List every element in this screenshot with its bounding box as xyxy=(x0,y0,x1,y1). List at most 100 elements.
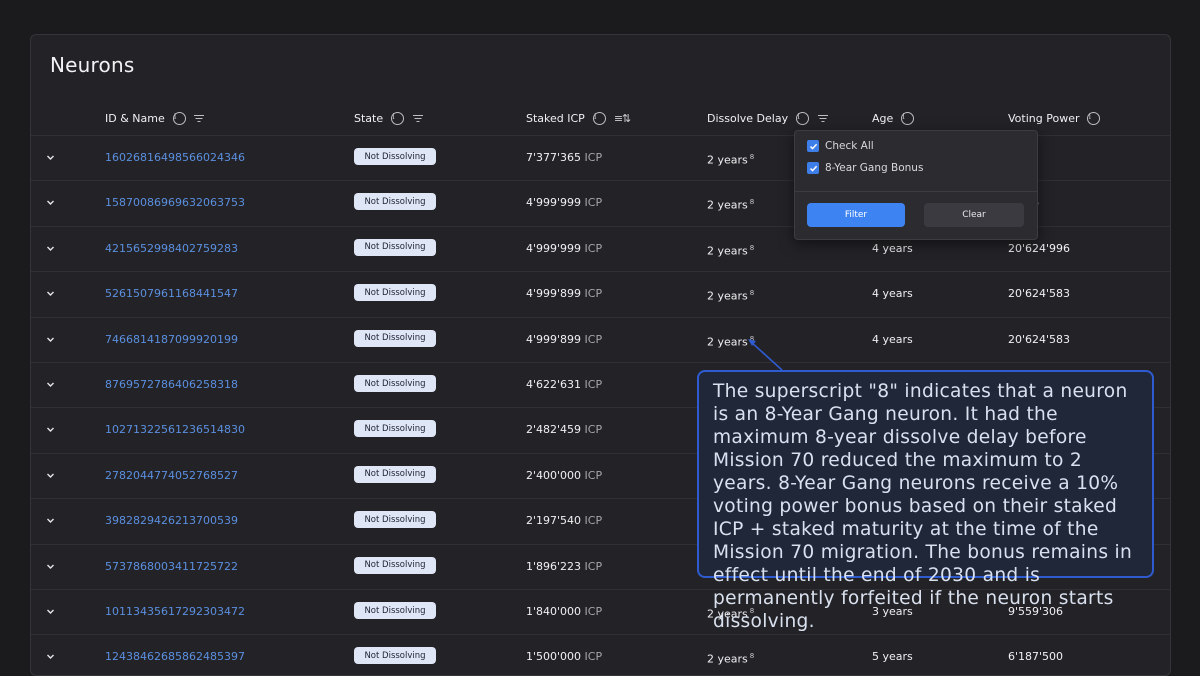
info-icon[interactable]: i xyxy=(172,111,186,125)
column-header-staked[interactable]: Staked ICP i ≡⇅ xyxy=(526,108,631,128)
staked-icp-value: 4'999'999 xyxy=(526,196,582,210)
status-badge: Not Dissolving xyxy=(354,465,436,483)
staked-icp: 1'500'000 ICP xyxy=(526,650,602,663)
status-badge: Not Dissolving xyxy=(354,647,436,665)
icp-unit: ICP xyxy=(584,605,603,618)
neuron-age: 4 years xyxy=(872,287,913,301)
voting-power: 20'624'996 xyxy=(1008,241,1071,255)
chevron-down-icon[interactable] xyxy=(46,244,55,253)
icp-unit: ICP xyxy=(584,378,603,391)
eight-year-gang-marker: 8 xyxy=(749,652,755,661)
staked-icp-value: 4'999'899 xyxy=(526,332,582,346)
eight-year-gang-marker: 8 xyxy=(749,153,755,161)
chevron-down-icon[interactable] xyxy=(46,198,55,207)
neuron-age: 5 years xyxy=(872,650,913,664)
checkbox-checked-icon[interactable] xyxy=(807,162,819,174)
filter-icon[interactable] xyxy=(194,114,205,123)
info-icon[interactable]: i xyxy=(901,111,915,125)
chevron-down-icon[interactable] xyxy=(46,335,55,344)
table-row[interactable]: 7466814187099920199 Not Dissolving 4'999'8… xyxy=(31,316,1170,363)
neuron-id-link[interactable]: 7466814187099920199 xyxy=(105,333,238,346)
column-header-dissolve-label: Dissolve Delay xyxy=(707,111,789,125)
neuron-id-link[interactable]: 2782044774052768527 xyxy=(105,469,238,482)
chevron-down-icon[interactable] xyxy=(46,425,55,434)
icp-unit: ICP xyxy=(584,241,603,255)
staked-icp: 2'400'000 ICP xyxy=(526,469,602,482)
staked-icp-value: 1'840'000 xyxy=(526,605,582,618)
chevron-down-icon[interactable] xyxy=(46,289,55,298)
dissolve-delay-value: 2 years xyxy=(707,199,748,213)
neuron-id-link[interactable]: 16026816498566024346 xyxy=(105,151,245,164)
icp-unit: ICP xyxy=(584,559,603,573)
staked-icp-value: 2'482'459 xyxy=(526,423,582,437)
sort-icon[interactable]: ≡⇅ xyxy=(614,112,631,125)
neuron-id-link[interactable]: 5737868003411725722 xyxy=(105,560,238,573)
neuron-id-link[interactable]: 5261507961168441547 xyxy=(105,287,238,300)
column-header-id[interactable]: ID & Name i xyxy=(105,108,205,128)
voting-power: 6'187'500 xyxy=(1008,650,1064,664)
staked-icp-value: 1'500'000 xyxy=(526,650,582,664)
column-header-voting-power-label: Voting Power xyxy=(1008,111,1080,125)
info-icon[interactable]: i xyxy=(391,111,405,125)
dissolve-delay-value: 2 years xyxy=(707,653,748,667)
chevron-down-icon[interactable] xyxy=(46,652,55,661)
filter-option-8-year-gang[interactable]: 8-Year Gang Bonus xyxy=(807,162,923,174)
neuron-age: 4 years xyxy=(872,332,913,346)
column-header-age[interactable]: Age i xyxy=(872,108,915,128)
staked-icp: 7'377'365 ICP xyxy=(526,151,602,164)
neuron-id-link[interactable]: 4215652998402759283 xyxy=(105,242,238,255)
status-badge: Not Dissolving xyxy=(354,238,436,256)
chevron-down-icon[interactable] xyxy=(46,153,55,162)
divider xyxy=(795,191,1037,192)
filter-icon[interactable] xyxy=(817,114,828,123)
icp-unit: ICP xyxy=(584,423,603,437)
neuron-id-link[interactable]: 15870086969632063753 xyxy=(105,196,245,209)
staked-icp: 4'999'899 ICP xyxy=(526,287,602,300)
status-badge: Not Dissolving xyxy=(354,375,436,392)
dissolve-delay: 2 years8 xyxy=(707,652,754,666)
eight-year-gang-marker: 8 xyxy=(749,198,755,207)
neuron-id-link[interactable]: 3982829426213700539 xyxy=(105,514,238,527)
table-row[interactable]: 5261507961168441547 Not Dissolving 4'999'8… xyxy=(31,271,1170,317)
neuron-id-link[interactable]: 10271322561236514830 xyxy=(105,423,245,436)
neuron-id-link[interactable]: 10113435617292303472 xyxy=(105,605,245,618)
neuron-age: 4 years xyxy=(872,241,913,255)
chevron-down-icon[interactable] xyxy=(46,380,55,389)
page-title: Neurons xyxy=(50,53,135,77)
eight-year-gang-callout: The superscript "8" indicates that a neu… xyxy=(697,370,1154,632)
chevron-down-icon[interactable] xyxy=(46,562,55,571)
status-badge: Not Dissolving xyxy=(354,329,436,347)
icp-unit: ICP xyxy=(584,650,603,664)
staked-icp: 2'482'459 ICP xyxy=(526,423,602,436)
dissolve-delay-value: 2 years xyxy=(707,153,748,167)
column-header-state[interactable]: State i xyxy=(354,108,423,128)
staked-icp-value: 1'896'223 xyxy=(526,559,582,573)
filter-button[interactable]: Filter xyxy=(807,203,905,227)
chevron-down-icon[interactable] xyxy=(46,471,55,480)
staked-icp-value: 4'999'999 xyxy=(526,241,582,255)
column-header-voting-power[interactable]: Voting Power i xyxy=(1008,108,1101,128)
filter-option-label: 8-Year Gang Bonus xyxy=(825,162,924,174)
status-badge: Not Dissolving xyxy=(354,556,436,574)
info-icon[interactable]: i xyxy=(1087,111,1101,125)
staked-icp: 1'840'000 ICP xyxy=(526,605,602,618)
neuron-id-link[interactable]: 8769572786406258318 xyxy=(105,378,238,391)
column-header-dissolve[interactable]: Dissolve Delay i xyxy=(707,108,828,128)
filter-icon[interactable] xyxy=(412,114,423,123)
column-header-state-label: State xyxy=(354,111,384,125)
filter-option-check-all[interactable]: Check All xyxy=(807,140,874,152)
info-icon[interactable]: i xyxy=(592,111,606,125)
checkbox-checked-icon[interactable] xyxy=(807,140,819,152)
chevron-down-icon[interactable] xyxy=(46,516,55,525)
column-header-age-label: Age xyxy=(872,111,894,125)
neuron-id-link[interactable]: 12438462685862485397 xyxy=(105,650,245,663)
status-badge: Not Dissolving xyxy=(354,511,436,529)
info-icon[interactable]: i xyxy=(796,111,810,125)
staked-icp: 4'622'631 ICP xyxy=(526,378,602,391)
clear-button[interactable]: Clear xyxy=(924,203,1024,227)
table-row[interactable]: 12438462685862485397 Not Dissolving 1'500'… xyxy=(31,634,1170,675)
staked-icp-value: 4'622'631 xyxy=(526,378,582,391)
chevron-down-icon[interactable] xyxy=(46,607,55,616)
staked-icp: 4'999'899 ICP xyxy=(526,333,602,346)
eight-year-gang-marker: 8 xyxy=(749,334,755,343)
